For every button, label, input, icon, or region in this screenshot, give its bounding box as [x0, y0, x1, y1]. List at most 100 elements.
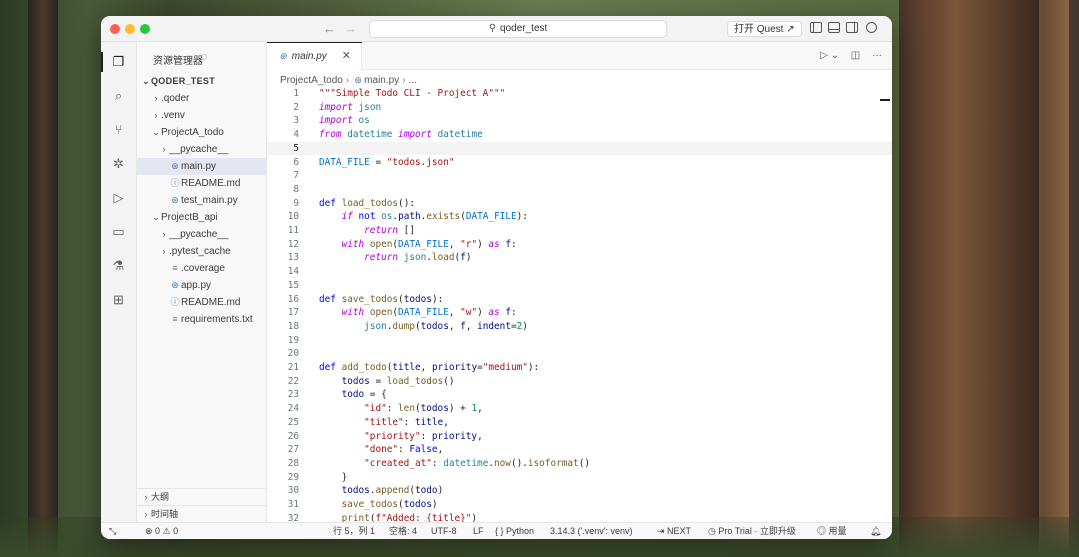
tree-item[interactable]: ⓘ README.md — [137, 294, 266, 311]
close-window-button[interactable] — [110, 24, 120, 34]
line-number: 9 — [293, 197, 299, 209]
tree-item[interactable]: ⊛ test_main.py — [137, 192, 266, 209]
code-line[interactable]: 30 todos.append(todo) — [267, 484, 892, 498]
breadcrumb-folder[interactable]: ProjectA_todo — [280, 75, 343, 86]
tree-item[interactable]: ⓘ README.md — [137, 175, 266, 192]
code-line[interactable]: 23 todo = { — [267, 388, 892, 402]
explorer-icon[interactable]: ❐ — [111, 54, 126, 69]
code-line[interactable]: 29 } — [267, 471, 892, 485]
interpreter-status[interactable]: 3.14.3 ('.venv': venv) — [550, 523, 632, 539]
code-line[interactable]: 15 — [267, 279, 892, 293]
code-line[interactable]: 10 if not os.path.exists(DATA_FILE): — [267, 210, 892, 224]
tree-item[interactable]: ⌄ProjectB_api — [137, 209, 266, 226]
code-line[interactable]: 16 def save_todos(todos): — [267, 293, 892, 307]
tree-item[interactable]: › .venv — [137, 107, 266, 124]
tree-item-label: __pycache__ — [169, 229, 229, 240]
cursor-position[interactable]: 行 5，列 1 — [333, 523, 375, 539]
code-line[interactable]: 9 def load_todos(): — [267, 197, 892, 211]
code-line[interactable]: 12 with open(DATA_FILE, "r") as f: — [267, 238, 892, 252]
editor-actions: ▷ ⌄ ◫ ··· — [811, 50, 882, 61]
maximize-window-button[interactable] — [140, 24, 150, 34]
run-icon[interactable]: ▷ ⌄ — [820, 50, 839, 61]
tree-item[interactable]: ⊛ main.py — [137, 158, 266, 175]
tree-item[interactable]: ⌄ProjectA_todo — [137, 124, 266, 141]
tree-item[interactable]: ≡ .coverage — [137, 260, 266, 277]
status-bar: ⤡ ⊗ 0 ⚠ 0 行 5，列 1 空格: 4 UTF-8 LF { } Pyt… — [101, 522, 892, 539]
pro-trial-status[interactable]: ◷ Pro Trial · 立即升级 — [708, 523, 796, 539]
indentation-status[interactable]: 空格: 4 — [389, 523, 417, 539]
tree-item[interactable]: › __pycache__ — [137, 226, 266, 243]
code-line[interactable]: 20 — [267, 347, 892, 361]
ide-window: ← → ⚲ qoder_test 打开 Quest ↗ ❐ ⌕ ⑂ ✲ ▷ ▭ ⚗… — [101, 16, 892, 539]
code-line[interactable]: 28 "created_at": datetime.now().isoforma… — [267, 457, 892, 471]
minimize-window-button[interactable] — [125, 24, 135, 34]
line-number: 12 — [287, 238, 299, 250]
outline-section[interactable]: › 大纲 — [137, 488, 266, 505]
forward-arrow-icon[interactable]: → — [344, 21, 357, 36]
language-status[interactable]: { } Python — [495, 523, 534, 539]
code-line[interactable]: 31 save_todos(todos) — [267, 498, 892, 512]
code-line[interactable]: 21 def add_todo(title, priority="medium")… — [267, 361, 892, 375]
usage-status[interactable]: ◎ 用量 — [817, 523, 847, 539]
code-line[interactable]: 19 — [267, 334, 892, 348]
back-arrow-icon[interactable]: ← — [323, 21, 336, 36]
activity-bar: ❐ ⌕ ⑂ ✲ ▷ ▭ ⚗ ⊞ — [101, 42, 137, 522]
code-line[interactable]: 7 — [267, 169, 892, 183]
code-line[interactable]: 17 with open(DATA_FILE, "w") as f: — [267, 306, 892, 320]
open-quest-button[interactable]: 打开 Quest ↗ — [727, 21, 802, 37]
remote-icon[interactable]: ▭ — [111, 224, 126, 239]
workspace-root[interactable]: ⌄QODER_TEST — [137, 73, 266, 90]
command-search-box[interactable]: ⚲ qoder_test — [369, 20, 667, 38]
toggle-secondary-sidebar-icon[interactable] — [846, 22, 858, 33]
code-editor[interactable]: 1 """Simple Todo CLI - Project A""" 2 impor… — [267, 87, 892, 524]
tab-main-py[interactable]: ⊛ main.py ✕ — [267, 42, 362, 70]
toggle-sidebar-icon[interactable] — [810, 22, 822, 33]
tree-item[interactable]: › __pycache__ — [137, 141, 266, 158]
explorer-sidebar: 资源管理器 ◌ ⌄QODER_TEST › .qoder › .venv ⌄Projec… — [137, 42, 267, 522]
code-line[interactable]: 26 "priority": priority, — [267, 430, 892, 444]
timeline-section[interactable]: › 时间轴 — [137, 505, 266, 522]
code-line[interactable]: 18 json.dump(todos, f, indent=2) — [267, 320, 892, 334]
notifications-icon[interactable]: 🔔︎ — [870, 523, 881, 539]
code-line[interactable]: 4 from datetime import datetime — [267, 128, 892, 142]
refresh-icon[interactable]: ◌ — [201, 51, 208, 63]
extensions-icon[interactable]: ⊞ — [111, 292, 126, 307]
code-line[interactable]: 22 todos = load_todos() — [267, 375, 892, 389]
code-line[interactable]: 27 "done": False, — [267, 443, 892, 457]
code-line[interactable]: 11 return [] — [267, 224, 892, 238]
eol-status[interactable]: LF — [473, 523, 484, 539]
tree-item[interactable]: › .qoder — [137, 90, 266, 107]
more-actions-icon[interactable]: ··· — [872, 50, 882, 61]
remote-icon[interactable]: ⤡ — [109, 523, 116, 539]
encoding-status[interactable]: UTF-8 — [431, 523, 457, 539]
code-line[interactable]: 2 import json — [267, 101, 892, 115]
code-line[interactable]: 25 "title": title, — [267, 416, 892, 430]
code-line[interactable]: 8 — [267, 183, 892, 197]
code-line[interactable]: 1 """Simple Todo CLI - Project A""" — [267, 87, 892, 101]
code-line[interactable]: 3 import os — [267, 114, 892, 128]
extensions-bug-icon[interactable]: ✲ — [111, 156, 126, 171]
run-debug-icon[interactable]: ▷ — [111, 190, 126, 205]
code-text: } — [319, 471, 348, 483]
code-line[interactable]: 5 — [267, 141, 892, 156]
source-control-icon[interactable]: ⑂ — [111, 122, 126, 137]
code-line[interactable]: 13 return json.load(f) — [267, 251, 892, 265]
next-status[interactable]: ⇥ NEXT — [657, 523, 691, 539]
code-line[interactable]: 24 "id": len(todos) + 1, — [267, 402, 892, 416]
code-line[interactable]: 6 DATA_FILE = "todos.json" — [267, 156, 892, 170]
testing-icon[interactable]: ⚗ — [111, 258, 126, 273]
split-editor-icon[interactable]: ◫ — [851, 50, 860, 61]
close-icon[interactable]: ✕ — [342, 42, 351, 70]
toggle-panel-icon[interactable] — [828, 22, 840, 33]
breadcrumb-file[interactable]: main.py — [364, 75, 399, 86]
tree-item[interactable]: ⊛ app.py — [137, 277, 266, 294]
breadcrumb-symbol[interactable]: ... — [409, 75, 417, 86]
code-text: todos.append(todo) — [341, 485, 444, 497]
tree-item[interactable]: › .pytest_cache — [137, 243, 266, 260]
tree-item[interactable]: ≡ requirements.txt — [137, 311, 266, 328]
problems-status[interactable]: ⊗ 0 ⚠ 0 — [145, 523, 178, 539]
search-icon[interactable]: ⌕ — [111, 88, 126, 103]
code-line[interactable]: 14 — [267, 265, 892, 279]
account-icon[interactable] — [866, 22, 877, 33]
code-text: import json — [319, 101, 382, 113]
